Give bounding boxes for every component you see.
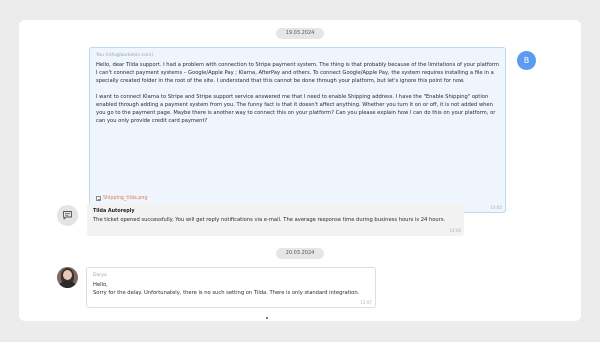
image-file-icon: [96, 196, 101, 201]
attachment-name: Shipping_tilda.png: [103, 196, 148, 201]
message-paragraph: I want to connect Klarna to Stripe and S…: [96, 94, 496, 124]
message-time: 14:05: [490, 205, 502, 210]
message-time: 14:06: [449, 228, 461, 233]
agent-message-bubble: Darya Hello, Sorry for the delay. Unfort…: [86, 267, 376, 308]
autoreply-message-bubble: Tilda Autoreply The ticket opened succes…: [87, 204, 464, 236]
decorative-dot: [266, 317, 268, 319]
date-separator: 20.03.2024: [276, 248, 324, 259]
message-line: Sorry for the delay. Unfortunately, ther…: [93, 290, 360, 296]
message-paragraph: Hello, dear Tilda support. I had a probl…: [96, 62, 499, 84]
user-message-bubble: You (info@borkekin.com) Hello, dear Tild…: [89, 47, 506, 213]
message-text: Hello, Sorry for the delay. Unfortunatel…: [93, 281, 369, 297]
attachment-link[interactable]: Shipping_tilda.png: [96, 196, 148, 201]
message-sender: Darya: [93, 273, 107, 278]
agent-avatar: [57, 267, 78, 288]
message-time: 12:07: [360, 300, 372, 305]
message-text: The ticket opened successfully. You will…: [93, 217, 446, 223]
date-separator: 19.03.2024: [276, 28, 324, 39]
message-sender: Tilda Autoreply: [93, 209, 135, 214]
message-sender: You (info@borkekin.com): [96, 53, 154, 58]
ticket-conversation-panel: 19.03.2024 You (info@borkekin.com) Hello…: [19, 20, 581, 321]
chat-bubble-icon: [57, 205, 78, 226]
message-line: Hello,: [93, 282, 108, 288]
message-text: Hello, dear Tilda support. I had a probl…: [96, 61, 499, 125]
user-avatar: B: [517, 51, 536, 70]
